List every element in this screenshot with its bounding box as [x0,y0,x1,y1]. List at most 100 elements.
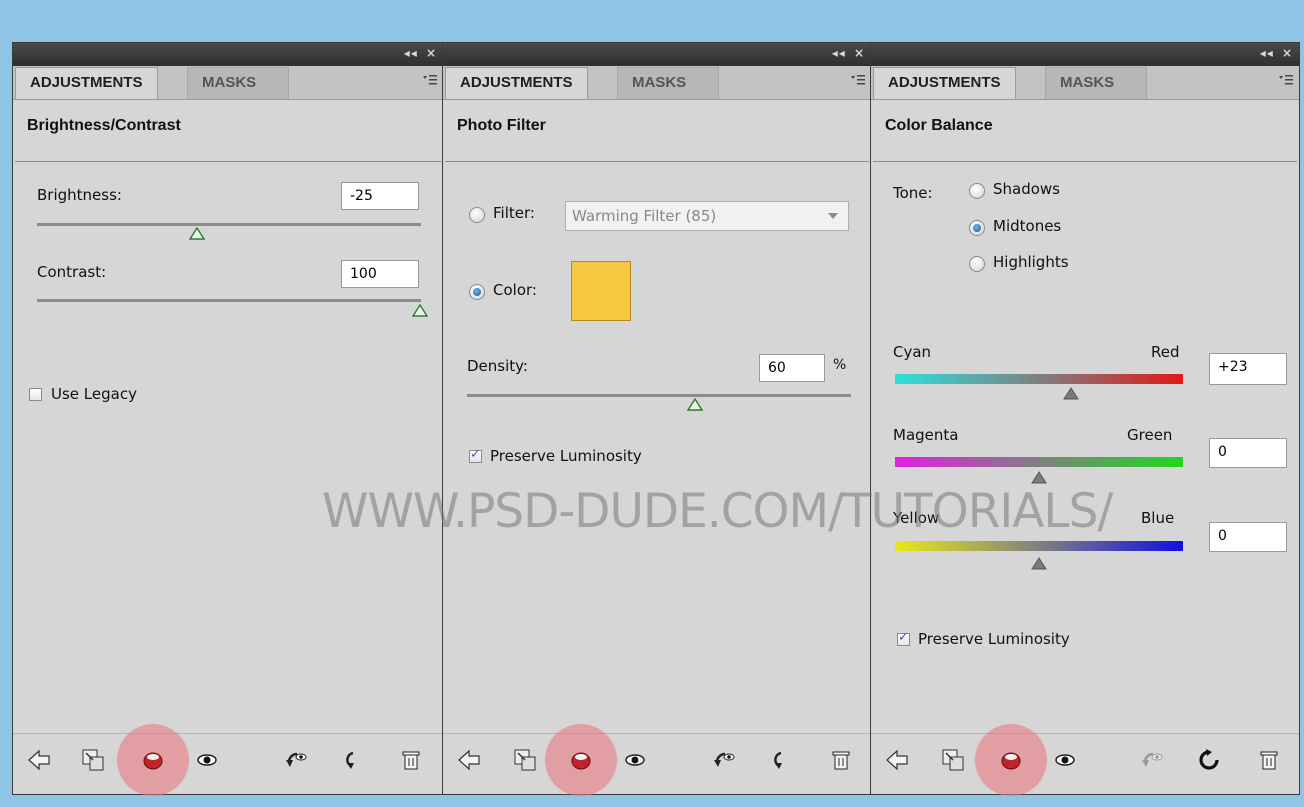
density-label: Density: [467,357,528,375]
brightness-label: Brightness: [37,186,122,204]
tab-adjustments[interactable]: ADJUSTMENTS [445,67,588,99]
yellow-blue-input[interactable]: 0 [1209,522,1287,552]
adjustment-title: Photo Filter [457,117,546,134]
tone-midtones-radio[interactable] [969,220,985,236]
chevron-down-icon [828,213,838,219]
visibility-highlight-icon[interactable] [569,748,593,772]
panel-titlebar: ◂◂ × [871,43,1299,66]
tab-masks[interactable]: MASKS [617,67,719,99]
panel-menu-icon[interactable] [1279,75,1293,87]
adjustments-panel-brightness: ◂◂ × ADJUSTMENTS MASKS Brightness/Contra… [12,42,444,796]
divider [873,161,1297,162]
filter-radio[interactable] [469,207,485,223]
clip-to-layer-icon[interactable] [513,748,537,772]
magenta-green-slider-track[interactable] [895,457,1183,467]
reset-icon[interactable] [1197,748,1221,772]
tab-bar: ADJUSTMENTS MASKS [871,66,1299,100]
brightness-slider-thumb[interactable] [189,227,205,240]
eye-icon[interactable] [1053,748,1077,772]
contrast-input[interactable]: 100 [341,260,419,288]
close-icon[interactable]: × [426,46,437,60]
tone-shadows-label: Shadows [993,180,1061,198]
trash-icon[interactable] [399,748,423,772]
adjustments-panel-color-balance: ◂◂ × ADJUSTMENTS MASKS Color Balance Ton… [870,42,1300,796]
preserve-luminosity-checkbox[interactable]: ✓ [469,447,482,463]
density-input[interactable]: 60 [759,354,825,382]
watermark-text: WWW.PSD-DUDE.COM/TUTORIALS/ [322,484,1113,539]
visibility-highlight-icon[interactable] [141,748,165,772]
tab-masks[interactable]: MASKS [1045,67,1147,99]
color-swatch[interactable] [571,261,631,321]
preserve-luminosity-label: Preserve Luminosity [490,447,642,465]
use-legacy-label: Use Legacy [51,385,137,403]
back-arrow-icon[interactable] [457,748,481,772]
eye-icon[interactable] [623,748,647,772]
tab-bar: ADJUSTMENTS MASKS [443,66,871,100]
close-icon[interactable]: × [854,46,865,60]
cyan-label: Cyan [893,343,932,361]
density-unit: % [833,357,847,373]
divider [15,161,441,162]
panel-toolbar [443,724,871,796]
use-legacy-checkbox[interactable] [29,388,42,401]
clip-to-layer-icon[interactable] [941,748,965,772]
tab-adjustments[interactable]: ADJUSTMENTS [15,67,158,99]
contrast-label: Contrast: [37,263,107,281]
yellow-blue-slider-track[interactable] [895,541,1183,551]
blue-label: Blue [1141,509,1175,527]
collapse-icon[interactable]: ◂◂ [404,46,418,60]
tab-masks[interactable]: MASKS [187,67,289,99]
close-icon[interactable]: × [1282,46,1293,60]
clip-to-layer-icon[interactable] [81,748,105,772]
panel-menu-icon[interactable] [851,75,865,87]
tone-highlights-label: Highlights [993,253,1069,271]
contrast-slider-thumb[interactable] [412,304,428,317]
contrast-slider-track[interactable] [37,299,421,302]
magenta-green-input[interactable]: 0 [1209,438,1287,468]
reset-icon[interactable] [341,748,365,772]
cyan-red-input[interactable]: +23 [1209,353,1287,385]
preserve-luminosity-checkbox[interactable]: ✓ [897,630,910,646]
color-radio[interactable] [469,284,485,300]
density-slider-thumb[interactable] [687,398,703,411]
tab-bar: ADJUSTMENTS MASKS [13,66,443,100]
tone-highlights-radio[interactable] [969,256,985,272]
divider [445,161,869,162]
brightness-slider-track[interactable] [37,223,421,226]
tone-label: Tone: [893,184,933,202]
panel-titlebar: ◂◂ × [443,43,871,66]
visibility-highlight-icon[interactable] [999,748,1023,772]
adjustment-title: Color Balance [885,117,993,134]
magenta-green-slider-thumb[interactable] [1031,471,1047,484]
green-label: Green [1127,426,1173,444]
panel-toolbar [871,724,1299,796]
adjustments-panel-photo-filter: ◂◂ × ADJUSTMENTS MASKS Photo Filter Filt… [442,42,872,796]
view-previous-icon[interactable] [713,748,737,772]
back-arrow-icon[interactable] [885,748,909,772]
density-slider-track[interactable] [467,394,851,397]
color-label: Color: [493,281,537,299]
collapse-icon[interactable]: ◂◂ [1260,46,1274,60]
tone-shadows-radio[interactable] [969,183,985,199]
collapse-icon[interactable]: ◂◂ [832,46,846,60]
brightness-input[interactable]: -25 [341,182,419,210]
trash-icon[interactable] [829,748,853,772]
red-label: Red [1151,343,1180,361]
view-previous-icon [1142,752,1163,767]
panel-titlebar: ◂◂ × [13,43,443,66]
panel-toolbar [13,724,443,796]
filter-label: Filter: [493,204,535,222]
panel-menu-icon[interactable] [423,75,437,87]
filter-dropdown[interactable]: Warming Filter (85) [565,201,849,231]
filter-dropdown-value: Warming Filter (85) [572,207,717,225]
yellow-blue-slider-thumb[interactable] [1031,557,1047,570]
tab-adjustments[interactable]: ADJUSTMENTS [873,67,1016,99]
tone-midtones-label: Midtones [993,217,1062,235]
view-previous-icon[interactable] [285,748,309,772]
reset-icon[interactable] [769,748,793,772]
cyan-red-slider-track[interactable] [895,374,1183,384]
eye-icon[interactable] [195,748,219,772]
back-arrow-icon[interactable] [27,748,51,772]
trash-icon[interactable] [1257,748,1281,772]
cyan-red-slider-thumb[interactable] [1063,387,1079,400]
